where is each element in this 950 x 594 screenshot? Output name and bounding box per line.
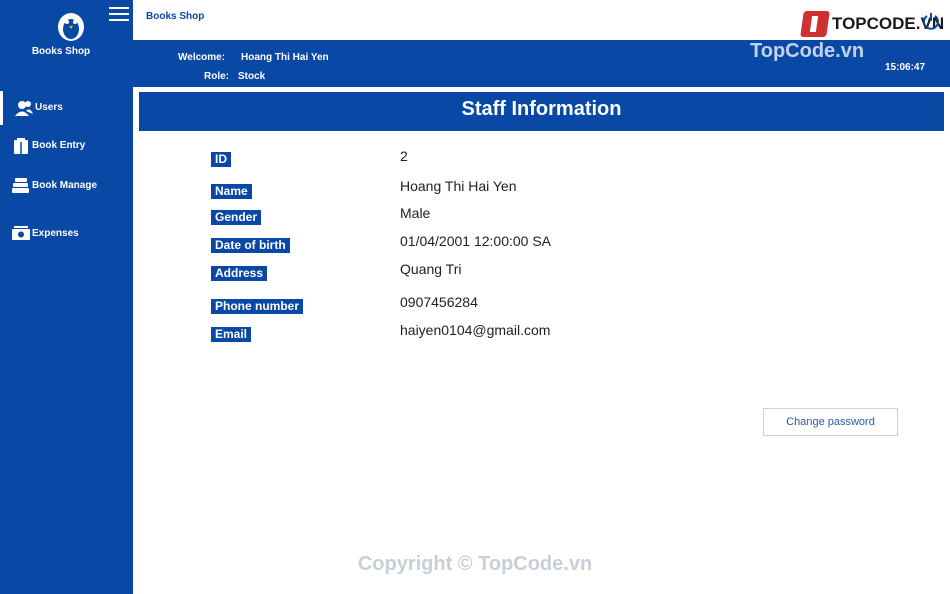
sidebar-item-expenses[interactable]: Expenses <box>0 217 133 251</box>
books-stack-icon <box>12 178 29 193</box>
users-icon <box>15 101 33 116</box>
phone-number-value: 0907456284 <box>400 294 478 310</box>
sidebar-item-label: Users <box>35 102 63 113</box>
sidebar-item-label: Expenses <box>32 228 79 239</box>
clock: 15:06:47 <box>885 62 926 73</box>
topcode-logo-icon <box>800 11 830 37</box>
id-value: 2 <box>400 148 408 164</box>
brand-name: Books Shop <box>31 46 91 57</box>
name-value: Hoang Thi Hai Yen <box>400 178 517 194</box>
sidebar: Books Shop Users Book Entry Book Manage … <box>0 0 133 594</box>
watermark-text: TopCode.vn <box>750 40 865 62</box>
date-of-birth-label: Date of birth <box>211 238 290 253</box>
sidebar-item-label: Book Manage <box>32 180 98 191</box>
role-value: Stock <box>238 71 266 82</box>
address-value: Quang Tri <box>400 261 462 277</box>
sidebar-item-book-entry[interactable]: Book Entry <box>0 129 133 163</box>
name-label: Name <box>211 184 252 199</box>
sidebar-item-book-manage[interactable]: Book Manage <box>0 169 133 203</box>
gender-value: Male <box>400 205 431 221</box>
sidebar-item-label: Book Entry <box>32 140 86 151</box>
gender-label: Gender <box>211 210 262 225</box>
money-icon <box>12 226 30 240</box>
page-title: Staff Information <box>139 92 944 131</box>
power-icon[interactable] <box>922 12 940 30</box>
topbar-title: Books Shop <box>146 11 205 22</box>
email-label: Email <box>211 327 252 342</box>
sidebar-item-users[interactable]: Users <box>0 91 133 125</box>
role-label: Role: <box>204 71 229 82</box>
email-value: haiyen0104@gmail.com <box>400 322 551 338</box>
change-password-button[interactable]: Change password <box>763 408 898 436</box>
menu-toggle-icon[interactable] <box>109 7 129 23</box>
id-label: ID <box>211 152 231 167</box>
welcome-label: Welcome: <box>178 52 226 63</box>
address-label: Address <box>211 266 268 281</box>
welcome-value: Hoang Thi Hai Yen <box>241 52 329 63</box>
copyright-watermark: Copyright © TopCode.vn <box>357 553 593 575</box>
penguin-logo-icon <box>58 13 84 41</box>
book-entry-icon <box>14 138 28 154</box>
phone-number-label: Phone number <box>211 299 304 314</box>
date-of-birth-value: 01/04/2001 12:00:00 SA <box>400 233 552 249</box>
